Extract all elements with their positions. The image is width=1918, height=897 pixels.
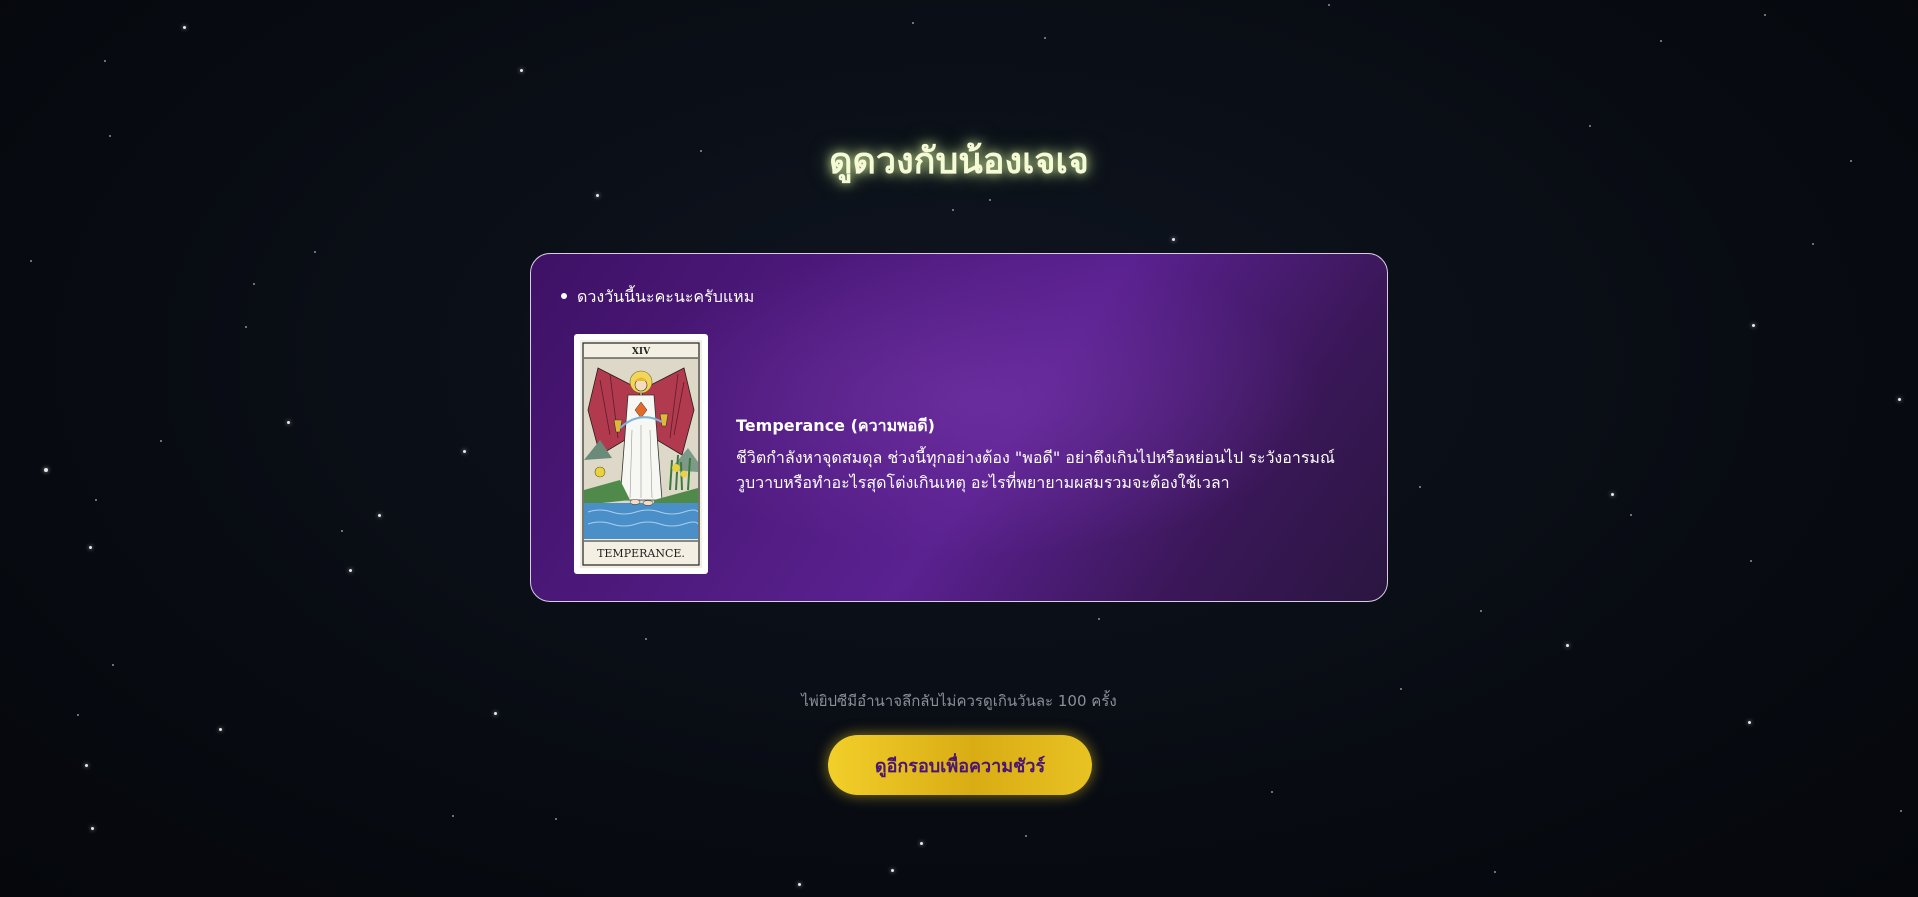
star (160, 440, 162, 442)
star (596, 194, 599, 197)
star (77, 714, 79, 716)
star (89, 546, 92, 549)
page-title: ดูดวงกับน้องเจเจ (829, 141, 1089, 182)
star (253, 283, 255, 285)
star (520, 69, 523, 72)
star (219, 728, 222, 731)
star (30, 260, 32, 262)
star (1480, 610, 1482, 612)
tarot-caption: TEMPERANCE. (597, 547, 685, 560)
read-again-button[interactable]: ดูอีกรอบเพื่อความชัวร์ (828, 735, 1092, 795)
star (341, 530, 343, 532)
star (952, 209, 954, 211)
star (1098, 618, 1100, 620)
star (1172, 238, 1175, 241)
tarot-card-image: XIV TEMPERANCE. (574, 334, 708, 574)
star (1764, 14, 1766, 16)
reading-text: ชีวิตกำลังหาจุดสมดุล ช่วงนี้ทุกอย่างต้อง… (736, 448, 1335, 492)
star (91, 827, 94, 830)
star (1328, 4, 1330, 6)
star (95, 499, 97, 501)
star (183, 26, 186, 29)
star (891, 869, 894, 872)
star (378, 514, 381, 517)
reading-content: Temperance (ความพอดี) ชีวิตกำลังหาจุดสมด… (736, 414, 1366, 495)
star (245, 326, 247, 328)
star (1748, 721, 1751, 724)
star (920, 842, 923, 845)
star (452, 815, 454, 817)
reading-title: Temperance (ความพอดี) (736, 416, 935, 435)
star (555, 818, 557, 820)
star (1025, 835, 1027, 837)
star (1752, 324, 1755, 327)
temperance-card-illustration: XIV TEMPERANCE. (580, 340, 702, 568)
star (287, 421, 290, 424)
bullet-text: ดวงวันนี้นะคะนะครับแหม (577, 287, 755, 306)
star (1419, 486, 1421, 488)
star (1494, 871, 1496, 873)
limit-note: ไพ่ยิปซีมีอำนาจลึกลับไม่ควรดูเกินวันละ 1… (801, 692, 1117, 710)
reading-card: ดวงวันนี้นะคะนะครับแหม XIV TEMPERANCE. T… (530, 253, 1388, 602)
star (1630, 514, 1632, 516)
star (1566, 644, 1569, 647)
star (314, 251, 316, 253)
star (1044, 37, 1046, 39)
bullet-dot (561, 292, 567, 299)
star (1900, 810, 1902, 812)
star (1589, 125, 1591, 127)
star (912, 22, 914, 24)
star (85, 764, 88, 767)
star (1660, 40, 1662, 42)
star (1750, 560, 1752, 562)
star (1898, 398, 1901, 401)
star (798, 883, 801, 886)
star (1611, 493, 1614, 496)
tarot-numeral: XIV (632, 347, 651, 357)
star (104, 60, 106, 62)
star (463, 450, 466, 453)
star (349, 569, 352, 572)
star (645, 638, 647, 640)
card-bullet-item: ดวงวันนี้นะคะนะครับแหม (561, 285, 754, 310)
star (112, 664, 114, 666)
star (1271, 791, 1273, 793)
star (989, 199, 991, 201)
star (44, 468, 48, 472)
star (1812, 243, 1814, 245)
